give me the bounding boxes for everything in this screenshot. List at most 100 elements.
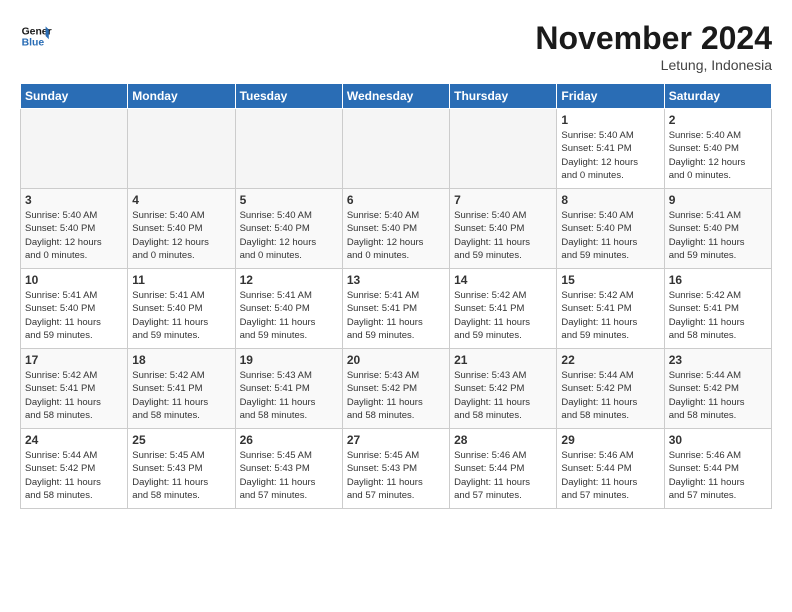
calendar-cell: 23Sunrise: 5:44 AM Sunset: 5:42 PM Dayli… (664, 349, 771, 429)
calendar-cell: 2 Sunrise: 5:40 AM Sunset: 5:40 PM Daylig… (664, 109, 771, 189)
calendar-body: 1 Sunrise: 5:40 AM Sunset: 5:41 PM Daylig… (21, 109, 772, 509)
calendar-cell: 20Sunrise: 5:43 AM Sunset: 5:42 PM Dayli… (342, 349, 449, 429)
day-number: 22 (561, 353, 659, 367)
day-number: 14 (454, 273, 552, 287)
day-info: Sunrise: 5:42 AM Sunset: 5:41 PM Dayligh… (132, 369, 230, 422)
day-info: Sunrise: 5:41 AM Sunset: 5:40 PM Dayligh… (240, 289, 338, 342)
day-info: Sunrise: 5:45 AM Sunset: 5:43 PM Dayligh… (132, 449, 230, 502)
day-info: Sunrise: 5:40 AM Sunset: 5:41 PM Dayligh… (561, 129, 659, 182)
calendar-cell: 14 Sunrise: 5:42 AM Sunset: 5:41 PM Dayli… (450, 269, 557, 349)
day-number: 15 (561, 273, 659, 287)
day-number: 16 (669, 273, 767, 287)
day-number: 4 (132, 193, 230, 207)
calendar-cell: 30Sunrise: 5:46 AM Sunset: 5:44 PM Dayli… (664, 429, 771, 509)
day-number: 27 (347, 433, 445, 447)
calendar-cell: 27Sunrise: 5:45 AM Sunset: 5:43 PM Dayli… (342, 429, 449, 509)
day-number: 6 (347, 193, 445, 207)
calendar-cell (450, 109, 557, 189)
day-info: Sunrise: 5:42 AM Sunset: 5:41 PM Dayligh… (561, 289, 659, 342)
day-info: Sunrise: 5:40 AM Sunset: 5:40 PM Dayligh… (25, 209, 123, 262)
day-info: Sunrise: 5:40 AM Sunset: 5:40 PM Dayligh… (240, 209, 338, 262)
day-number: 11 (132, 273, 230, 287)
day-info: Sunrise: 5:40 AM Sunset: 5:40 PM Dayligh… (669, 129, 767, 182)
calendar-cell: 22 Sunrise: 5:44 AM Sunset: 5:42 PM Dayli… (557, 349, 664, 429)
day-number: 5 (240, 193, 338, 207)
day-header-monday: Monday (128, 84, 235, 109)
calendar-week-3: 10Sunrise: 5:41 AM Sunset: 5:40 PM Dayli… (21, 269, 772, 349)
calendar-cell (128, 109, 235, 189)
day-number: 21 (454, 353, 552, 367)
calendar-cell (235, 109, 342, 189)
logo: General Blue (20, 20, 52, 52)
calendar-cell: 18 Sunrise: 5:42 AM Sunset: 5:41 PM Dayli… (128, 349, 235, 429)
subtitle: Letung, Indonesia (535, 57, 772, 73)
day-info: Sunrise: 5:41 AM Sunset: 5:40 PM Dayligh… (669, 209, 767, 262)
day-number: 28 (454, 433, 552, 447)
day-info: Sunrise: 5:46 AM Sunset: 5:44 PM Dayligh… (561, 449, 659, 502)
day-number: 23 (669, 353, 767, 367)
day-info: Sunrise: 5:46 AM Sunset: 5:44 PM Dayligh… (454, 449, 552, 502)
day-info: Sunrise: 5:41 AM Sunset: 5:40 PM Dayligh… (132, 289, 230, 342)
title-block: November 2024 Letung, Indonesia (535, 20, 772, 73)
day-info: Sunrise: 5:44 AM Sunset: 5:42 PM Dayligh… (25, 449, 123, 502)
day-header-thursday: Thursday (450, 84, 557, 109)
day-info: Sunrise: 5:40 AM Sunset: 5:40 PM Dayligh… (347, 209, 445, 262)
svg-text:Blue: Blue (22, 38, 45, 49)
calendar-cell: 9 Sunrise: 5:41 AM Sunset: 5:40 PM Daylig… (664, 189, 771, 269)
calendar-cell: 16 Sunrise: 5:42 AM Sunset: 5:41 PM Dayli… (664, 269, 771, 349)
day-info: Sunrise: 5:42 AM Sunset: 5:41 PM Dayligh… (25, 369, 123, 422)
calendar-cell: 17 Sunrise: 5:42 AM Sunset: 5:41 PM Dayli… (21, 349, 128, 429)
day-number: 17 (25, 353, 123, 367)
calendar-cell: 11 Sunrise: 5:41 AM Sunset: 5:40 PM Dayli… (128, 269, 235, 349)
calendar-cell: 10Sunrise: 5:41 AM Sunset: 5:40 PM Dayli… (21, 269, 128, 349)
day-number: 3 (25, 193, 123, 207)
day-info: Sunrise: 5:41 AM Sunset: 5:40 PM Dayligh… (25, 289, 123, 342)
calendar-cell: 26 Sunrise: 5:45 AM Sunset: 5:43 PM Dayli… (235, 429, 342, 509)
day-header-friday: Friday (557, 84, 664, 109)
calendar-cell: 3 Sunrise: 5:40 AM Sunset: 5:40 PM Daylig… (21, 189, 128, 269)
day-info: Sunrise: 5:40 AM Sunset: 5:40 PM Dayligh… (132, 209, 230, 262)
calendar-cell: 24 Sunrise: 5:44 AM Sunset: 5:42 PM Dayli… (21, 429, 128, 509)
day-number: 7 (454, 193, 552, 207)
calendar-cell: 19Sunrise: 5:43 AM Sunset: 5:41 PM Dayli… (235, 349, 342, 429)
calendar-week-2: 3 Sunrise: 5:40 AM Sunset: 5:40 PM Daylig… (21, 189, 772, 269)
calendar-cell: 15 Sunrise: 5:42 AM Sunset: 5:41 PM Dayli… (557, 269, 664, 349)
day-number: 24 (25, 433, 123, 447)
month-title: November 2024 (535, 20, 772, 57)
logo-icon: General Blue (20, 20, 52, 52)
calendar-cell: 25Sunrise: 5:45 AM Sunset: 5:43 PM Dayli… (128, 429, 235, 509)
calendar-cell: 21 Sunrise: 5:43 AM Sunset: 5:42 PM Dayli… (450, 349, 557, 429)
calendar-week-5: 24 Sunrise: 5:44 AM Sunset: 5:42 PM Dayli… (21, 429, 772, 509)
day-number: 9 (669, 193, 767, 207)
calendar-cell: 8Sunrise: 5:40 AM Sunset: 5:40 PM Daylig… (557, 189, 664, 269)
day-number: 1 (561, 113, 659, 127)
calendar-cell: 4 Sunrise: 5:40 AM Sunset: 5:40 PM Daylig… (128, 189, 235, 269)
calendar-week-4: 17 Sunrise: 5:42 AM Sunset: 5:41 PM Dayli… (21, 349, 772, 429)
day-info: Sunrise: 5:44 AM Sunset: 5:42 PM Dayligh… (561, 369, 659, 422)
day-info: Sunrise: 5:45 AM Sunset: 5:43 PM Dayligh… (240, 449, 338, 502)
calendar-cell: 5 Sunrise: 5:40 AM Sunset: 5:40 PM Daylig… (235, 189, 342, 269)
day-header-wednesday: Wednesday (342, 84, 449, 109)
calendar-cell: 12Sunrise: 5:41 AM Sunset: 5:40 PM Dayli… (235, 269, 342, 349)
day-info: Sunrise: 5:43 AM Sunset: 5:41 PM Dayligh… (240, 369, 338, 422)
day-info: Sunrise: 5:40 AM Sunset: 5:40 PM Dayligh… (454, 209, 552, 262)
day-info: Sunrise: 5:46 AM Sunset: 5:44 PM Dayligh… (669, 449, 767, 502)
day-number: 2 (669, 113, 767, 127)
day-info: Sunrise: 5:42 AM Sunset: 5:41 PM Dayligh… (669, 289, 767, 342)
calendar-cell: 7 Sunrise: 5:40 AM Sunset: 5:40 PM Daylig… (450, 189, 557, 269)
day-number: 20 (347, 353, 445, 367)
calendar-week-1: 1 Sunrise: 5:40 AM Sunset: 5:41 PM Daylig… (21, 109, 772, 189)
calendar-cell (342, 109, 449, 189)
day-info: Sunrise: 5:42 AM Sunset: 5:41 PM Dayligh… (454, 289, 552, 342)
day-number: 13 (347, 273, 445, 287)
day-header-saturday: Saturday (664, 84, 771, 109)
calendar-cell: 1 Sunrise: 5:40 AM Sunset: 5:41 PM Daylig… (557, 109, 664, 189)
day-info: Sunrise: 5:43 AM Sunset: 5:42 PM Dayligh… (454, 369, 552, 422)
calendar-header-row: SundayMondayTuesdayWednesdayThursdayFrid… (21, 84, 772, 109)
day-number: 18 (132, 353, 230, 367)
day-number: 26 (240, 433, 338, 447)
page-header: General Blue November 2024 Letung, Indon… (20, 20, 772, 73)
calendar-cell (21, 109, 128, 189)
day-number: 8 (561, 193, 659, 207)
day-header-sunday: Sunday (21, 84, 128, 109)
